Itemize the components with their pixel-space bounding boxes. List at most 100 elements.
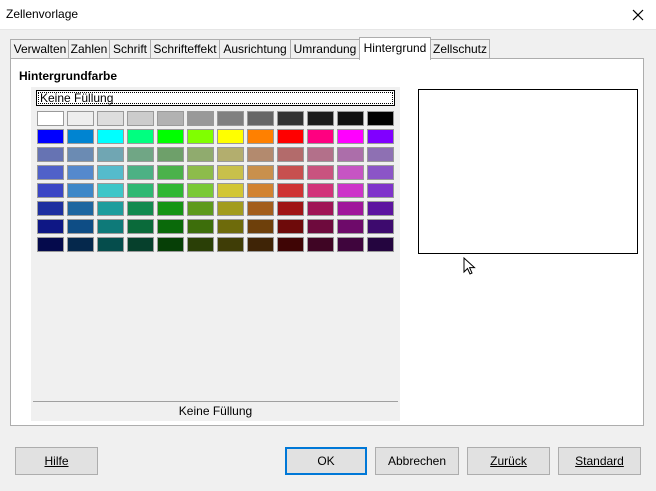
- color-swatch[interactable]: [127, 219, 154, 234]
- color-swatch[interactable]: [367, 129, 394, 144]
- color-swatch[interactable]: [157, 111, 184, 126]
- color-swatch[interactable]: [277, 237, 304, 252]
- color-swatch[interactable]: [97, 111, 124, 126]
- color-swatch[interactable]: [307, 183, 334, 198]
- tab-umrandung[interactable]: Umrandung: [290, 39, 360, 58]
- color-swatch[interactable]: [157, 183, 184, 198]
- color-swatch[interactable]: [187, 201, 214, 216]
- color-swatch[interactable]: [337, 183, 364, 198]
- color-swatch[interactable]: [337, 201, 364, 216]
- color-swatch[interactable]: [277, 147, 304, 162]
- color-swatch[interactable]: [337, 111, 364, 126]
- reset-button[interactable]: Zurück: [467, 447, 550, 475]
- color-swatch[interactable]: [97, 201, 124, 216]
- color-swatch[interactable]: [337, 219, 364, 234]
- tab-zahlen[interactable]: Zahlen: [68, 39, 110, 58]
- tab-schrifteffekt[interactable]: Schrifteffekt: [150, 39, 220, 58]
- color-swatch[interactable]: [127, 111, 154, 126]
- standard-button[interactable]: Standard: [558, 447, 641, 475]
- color-swatch[interactable]: [277, 129, 304, 144]
- color-swatch[interactable]: [217, 165, 244, 180]
- color-swatch[interactable]: [37, 111, 64, 126]
- color-swatch[interactable]: [187, 129, 214, 144]
- color-swatch[interactable]: [97, 237, 124, 252]
- color-swatch[interactable]: [307, 129, 334, 144]
- color-swatch[interactable]: [367, 111, 394, 126]
- color-swatch[interactable]: [307, 237, 334, 252]
- color-swatch[interactable]: [67, 183, 94, 198]
- color-swatch[interactable]: [97, 147, 124, 162]
- color-swatch[interactable]: [157, 201, 184, 216]
- color-swatch[interactable]: [247, 111, 274, 126]
- color-swatch[interactable]: [67, 111, 94, 126]
- color-swatch[interactable]: [247, 183, 274, 198]
- color-swatch[interactable]: [367, 165, 394, 180]
- color-swatch[interactable]: [97, 165, 124, 180]
- tab-ausrichtung[interactable]: Ausrichtung: [219, 39, 291, 58]
- color-swatch[interactable]: [337, 147, 364, 162]
- color-swatch[interactable]: [337, 237, 364, 252]
- color-swatch[interactable]: [337, 129, 364, 144]
- color-swatch[interactable]: [157, 237, 184, 252]
- color-swatch[interactable]: [187, 147, 214, 162]
- color-swatch[interactable]: [247, 147, 274, 162]
- color-swatch[interactable]: [97, 219, 124, 234]
- color-swatch[interactable]: [67, 237, 94, 252]
- color-swatch[interactable]: [277, 165, 304, 180]
- color-swatch[interactable]: [67, 219, 94, 234]
- color-swatch[interactable]: [187, 165, 214, 180]
- color-swatch[interactable]: [67, 129, 94, 144]
- color-swatch[interactable]: [367, 183, 394, 198]
- color-swatch[interactable]: [37, 183, 64, 198]
- color-swatch[interactable]: [217, 129, 244, 144]
- color-swatch[interactable]: [37, 129, 64, 144]
- color-swatch[interactable]: [187, 111, 214, 126]
- close-button[interactable]: [620, 0, 656, 29]
- color-swatch[interactable]: [247, 219, 274, 234]
- color-swatch[interactable]: [307, 147, 334, 162]
- color-swatch[interactable]: [247, 237, 274, 252]
- color-swatch[interactable]: [247, 165, 274, 180]
- color-swatch[interactable]: [127, 129, 154, 144]
- color-swatch[interactable]: [217, 219, 244, 234]
- color-swatch[interactable]: [127, 147, 154, 162]
- color-swatch[interactable]: [217, 111, 244, 126]
- color-swatch[interactable]: [247, 201, 274, 216]
- color-swatch[interactable]: [157, 165, 184, 180]
- color-swatch[interactable]: [217, 147, 244, 162]
- color-swatch[interactable]: [37, 165, 64, 180]
- color-swatch[interactable]: [187, 219, 214, 234]
- color-swatch[interactable]: [367, 237, 394, 252]
- color-swatch[interactable]: [97, 129, 124, 144]
- color-swatch[interactable]: [307, 201, 334, 216]
- color-swatch[interactable]: [367, 201, 394, 216]
- ok-button[interactable]: OK: [285, 447, 367, 475]
- color-swatch[interactable]: [67, 201, 94, 216]
- color-swatch[interactable]: [277, 201, 304, 216]
- color-swatch[interactable]: [157, 219, 184, 234]
- color-swatch[interactable]: [157, 129, 184, 144]
- tab-verwalten[interactable]: Verwalten: [10, 39, 70, 58]
- tab-zellschutz[interactable]: Zellschutz: [430, 39, 490, 58]
- help-button[interactable]: Hilfe: [15, 447, 98, 475]
- color-swatch[interactable]: [157, 147, 184, 162]
- color-swatch[interactable]: [247, 129, 274, 144]
- color-swatch[interactable]: [187, 237, 214, 252]
- color-swatch[interactable]: [37, 237, 64, 252]
- color-swatch[interactable]: [307, 165, 334, 180]
- color-swatch[interactable]: [307, 111, 334, 126]
- color-swatch[interactable]: [277, 219, 304, 234]
- color-swatch[interactable]: [97, 183, 124, 198]
- color-swatch[interactable]: [127, 237, 154, 252]
- color-swatch[interactable]: [37, 219, 64, 234]
- color-swatch[interactable]: [127, 201, 154, 216]
- color-swatch[interactable]: [67, 147, 94, 162]
- color-swatch[interactable]: [217, 237, 244, 252]
- color-swatch[interactable]: [277, 111, 304, 126]
- color-swatch[interactable]: [277, 183, 304, 198]
- tab-schrift[interactable]: Schrift: [109, 39, 151, 58]
- color-swatch[interactable]: [217, 201, 244, 216]
- color-swatch[interactable]: [127, 183, 154, 198]
- color-swatch[interactable]: [307, 219, 334, 234]
- tab-hintergrund[interactable]: Hintergrund: [359, 37, 431, 60]
